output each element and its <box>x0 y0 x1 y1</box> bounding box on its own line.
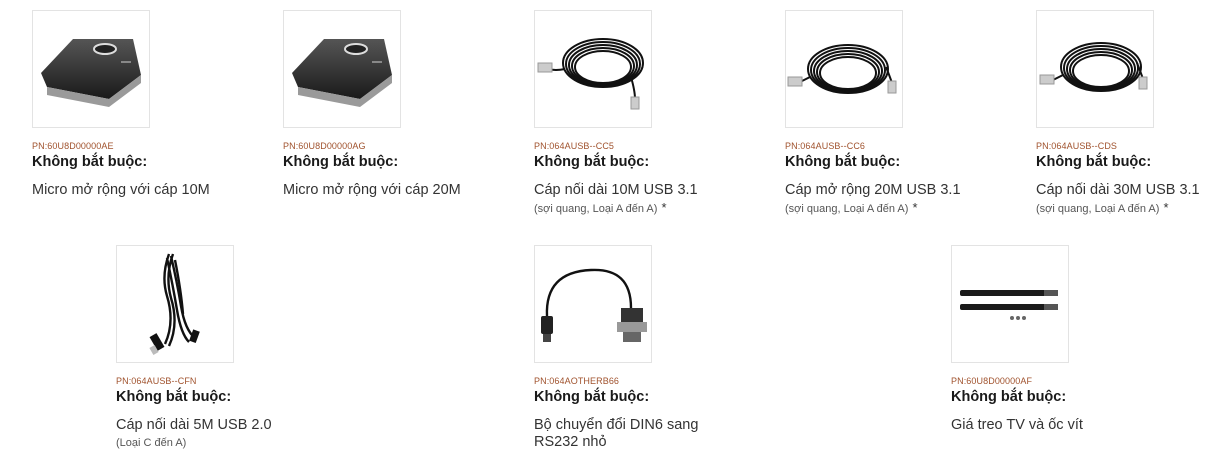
product-description: Cáp nối dài 10M USB 3.1 (sợi quang, Loại … <box>534 182 724 217</box>
part-number: PN:064AOTHERB66 <box>534 376 620 386</box>
description-text: Bộ chuyển đổi DIN6 sang RS232 nhỏ <box>534 417 699 450</box>
product-card: PN:064AUSB--CDS Không bắt buộc: Cáp nối … <box>1036 10 1226 217</box>
description-text: Giá treo TV và ốc vít <box>951 417 1083 433</box>
part-number: PN:60U8D00000AF <box>951 376 1033 386</box>
part-number: PN:064AUSB--CDS <box>1036 141 1118 151</box>
footnote-asterisk: * <box>661 200 667 215</box>
product-image-cable[interactable] <box>534 10 652 128</box>
optional-label: Không bắt buộc: <box>283 154 399 170</box>
product-card: PN:60U8D00000AF Không bắt buộc: Giá treo… <box>951 245 1141 434</box>
din6-rs232-adapter-icon <box>541 268 647 342</box>
optional-label: Không bắt buộc: <box>1036 154 1152 170</box>
footnote-asterisk: * <box>912 200 918 215</box>
product-image-microphone[interactable] <box>283 10 401 128</box>
optional-label: Không bắt buộc: <box>534 389 650 405</box>
part-number: PN:60U8D00000AG <box>283 141 366 151</box>
product-description: Micro mở rộng với cáp 10M <box>32 182 222 199</box>
product-description: Cáp nối dài 30M USB 3.1 (sợi quang, Loại … <box>1036 182 1226 217</box>
product-image-microphone[interactable] <box>32 10 150 128</box>
description-note: (sợi quang, Loại A đến A) <box>1036 203 1160 215</box>
product-card: PN:60U8D00000AG Không bắt buộc: Micro mở… <box>283 10 473 199</box>
description-text: Cáp nối dài 30M USB 3.1 <box>1036 182 1200 198</box>
product-image-adapter[interactable] <box>534 245 652 363</box>
product-description: Bộ chuyển đổi DIN6 sang RS232 nhỏ <box>534 417 719 451</box>
microphone-pod-icon <box>41 39 141 107</box>
product-card: PN:064AOTHERB66 Không bắt buộc: Bộ chuyể… <box>534 245 724 451</box>
product-description: Cáp mở rộng 20M USB 3.1 (sợi quang, Loại… <box>785 182 975 217</box>
optional-label: Không bắt buộc: <box>32 154 148 170</box>
product-image-cable[interactable] <box>785 10 903 128</box>
microphone-pod-icon <box>292 39 392 107</box>
description-text: Micro mở rộng với cáp 10M <box>32 182 210 198</box>
description-text: Cáp nối dài 10M USB 3.1 <box>534 182 698 198</box>
product-description: Giá treo TV và ốc vít <box>951 417 1141 434</box>
footnote-asterisk: * <box>1163 200 1169 215</box>
tv-mount-bars-icon <box>960 290 1058 320</box>
description-text: Cáp nối dài 5M USB 2.0 <box>116 417 272 433</box>
part-number: PN:064AUSB--CC6 <box>785 141 866 151</box>
optional-label: Không bắt buộc: <box>534 154 650 170</box>
product-card: PN:064AUSB--CC5 Không bắt buộc: Cáp nối … <box>534 10 724 217</box>
product-image-cable[interactable] <box>1036 10 1154 128</box>
description-text: Micro mở rộng với cáp 20M <box>283 182 461 198</box>
optional-label: Không bắt buộc: <box>951 389 1067 405</box>
description-text: Cáp mở rộng 20M USB 3.1 <box>785 182 961 198</box>
optional-label: Không bắt buộc: <box>785 154 901 170</box>
product-description: Cáp nối dài 5M USB 2.0 (Loại C đến A) <box>116 417 306 451</box>
description-note: (sợi quang, Loại A đến A) <box>534 203 658 215</box>
optional-label: Không bắt buộc: <box>116 389 232 405</box>
cable-coil-icon <box>787 44 897 94</box>
description-note: (Loại C đến A) <box>116 437 187 449</box>
product-card: PN:064AUSB--CC6 Không bắt buộc: Cáp mở r… <box>785 10 975 217</box>
usb-cable-bundle-icon <box>149 253 200 355</box>
product-description: Micro mở rộng với cáp 20M <box>283 182 473 199</box>
product-image-usb-cable[interactable] <box>116 245 234 363</box>
product-card: PN:60U8D00000AE Không bắt buộc: Micro mở… <box>32 10 222 199</box>
cable-coil-icon <box>1039 42 1148 92</box>
part-number: PN:60U8D00000AE <box>32 141 114 151</box>
product-card: PN:064AUSB--CFN Không bắt buộc: Cáp nối … <box>116 245 306 451</box>
part-number: PN:064AUSB--CFN <box>116 376 197 386</box>
part-number: PN:064AUSB--CC5 <box>534 141 615 151</box>
product-image-tv-mount[interactable] <box>951 245 1069 363</box>
description-note: (sợi quang, Loại A đến A) <box>785 203 909 215</box>
cable-coil-icon <box>537 38 644 110</box>
